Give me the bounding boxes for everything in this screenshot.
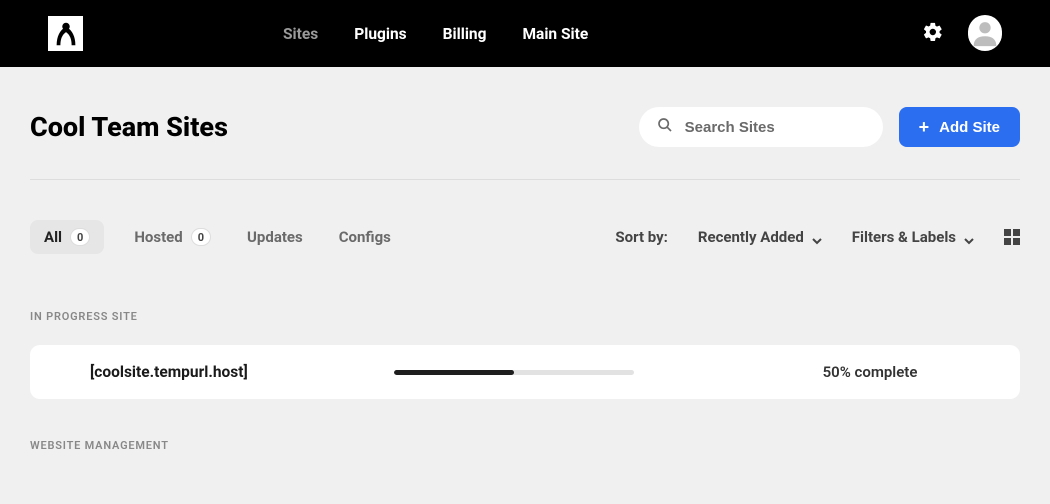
user-avatar[interactable] (968, 17, 1002, 51)
search-icon (657, 117, 673, 137)
chevron-down-icon (812, 232, 822, 242)
page-title: Cool Team Sites (30, 111, 228, 143)
sort-by-label: Sort by: (615, 228, 668, 246)
nav-billing[interactable]: Billing (443, 25, 487, 43)
progress-bar (394, 370, 634, 375)
tab-hosted-label: Hosted (134, 228, 182, 246)
tab-hosted-count: 0 (191, 228, 211, 246)
grid-icon (1004, 229, 1011, 236)
filters-labels-dropdown[interactable]: Filters & Labels (852, 228, 974, 246)
progress-container (248, 370, 780, 375)
filters-label: Filters & Labels (852, 228, 956, 246)
nav-main-site[interactable]: Main Site (522, 25, 588, 43)
add-site-button[interactable]: + Add Site (899, 107, 1020, 147)
nav-plugins[interactable]: Plugins (354, 25, 406, 43)
section-in-progress: IN PROGRESS SITE (30, 310, 1020, 323)
tab-hosted[interactable]: Hosted 0 (128, 220, 217, 254)
top-nav-bar: Sites Plugins Billing Main Site (0, 0, 1050, 67)
top-right-actions (922, 17, 1002, 51)
tab-updates[interactable]: Updates (241, 220, 309, 254)
filter-right: Sort by: Recently Added Filters & Labels (615, 228, 1020, 246)
logo[interactable] (48, 16, 83, 51)
in-progress-site-card[interactable]: [coolsite.tempurl.host] 50% complete (30, 345, 1020, 399)
filter-row: All 0 Hosted 0 Updates Configs Sort by: … (30, 180, 1020, 254)
page-header: Cool Team Sites + Add Site (30, 107, 1020, 180)
gear-icon (922, 28, 944, 47)
chevron-down-icon (964, 232, 974, 242)
grid-view-toggle[interactable] (1004, 229, 1020, 245)
nav-sites[interactable]: Sites (283, 25, 318, 43)
header-actions: + Add Site (639, 107, 1020, 147)
main-nav: Sites Plugins Billing Main Site (283, 25, 588, 43)
plus-icon: + (919, 117, 930, 138)
tabs: All 0 Hosted 0 Updates Configs (30, 220, 397, 254)
tab-configs-label: Configs (339, 228, 391, 246)
tab-all-label: All (44, 228, 62, 246)
tab-configs[interactable]: Configs (333, 220, 397, 254)
progress-fill (394, 370, 514, 375)
avatar-icon (968, 15, 1002, 53)
section-website-management: WEBSITE MANAGEMENT (30, 439, 1020, 452)
search-input[interactable] (685, 119, 865, 136)
site-name: [coolsite.tempurl.host] (90, 363, 248, 381)
search-box[interactable] (639, 107, 883, 147)
tab-all[interactable]: All 0 (30, 220, 104, 254)
tab-updates-label: Updates (247, 228, 303, 246)
page-content: Cool Team Sites + Add Site All 0 Hosted … (0, 67, 1050, 452)
tab-all-count: 0 (70, 228, 90, 246)
add-site-label: Add Site (939, 119, 1000, 136)
sort-value-label: Recently Added (698, 228, 804, 246)
settings-button[interactable] (922, 21, 944, 47)
sort-dropdown[interactable]: Recently Added (698, 228, 822, 246)
progress-status: 50% complete (780, 363, 960, 381)
